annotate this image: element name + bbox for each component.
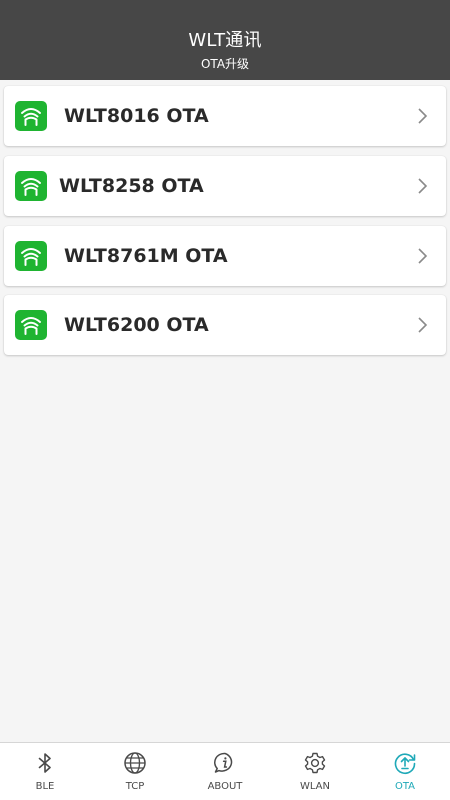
device-signal-icon bbox=[15, 101, 47, 131]
tab-label: BLE bbox=[35, 781, 55, 792]
tab-ota[interactable]: OTA bbox=[360, 743, 450, 800]
globe-icon bbox=[123, 751, 147, 775]
list-item-wlt8761m[interactable]: WLT8761M OTA bbox=[4, 226, 446, 286]
gear-icon bbox=[303, 751, 327, 775]
chevron-right-icon bbox=[416, 106, 430, 126]
app-title: WLT通讯 bbox=[188, 30, 262, 51]
app-header: WLT通讯 OTA升级 bbox=[0, 0, 450, 80]
device-signal-icon bbox=[15, 241, 47, 271]
page-subtitle: OTA升级 bbox=[200, 57, 250, 71]
chevron-right-icon bbox=[416, 246, 430, 266]
list-item-label: WLT8258 OTA bbox=[59, 175, 204, 197]
tab-label: TCP bbox=[125, 781, 145, 792]
info-bubble-icon bbox=[213, 751, 237, 775]
list-item-label: WLT6200 OTA bbox=[64, 314, 209, 336]
list-item-wlt8258[interactable]: WLT8258 OTA bbox=[4, 156, 446, 216]
list-item-wlt6200[interactable]: WLT6200 OTA bbox=[4, 295, 446, 355]
device-signal-icon bbox=[15, 310, 47, 340]
bluetooth-icon bbox=[33, 751, 57, 775]
list-item-label: WLT8016 OTA bbox=[64, 105, 209, 127]
chevron-right-icon bbox=[416, 315, 430, 335]
tab-label: OTA bbox=[394, 781, 416, 792]
tab-about[interactable]: ABOUT bbox=[180, 743, 270, 800]
list-item-wlt8016[interactable]: WLT8016 OTA bbox=[4, 86, 446, 146]
device-signal-icon bbox=[15, 171, 47, 201]
tab-ble[interactable]: BLE bbox=[0, 743, 90, 800]
bottom-tab-bar: BLE TCP ABOUT WLAN OTA bbox=[0, 742, 450, 800]
tab-wlan[interactable]: WLAN bbox=[270, 743, 360, 800]
tab-label: ABOUT bbox=[207, 781, 243, 792]
tab-label: WLAN bbox=[299, 781, 330, 792]
ota-update-icon bbox=[393, 751, 417, 775]
tab-tcp[interactable]: TCP bbox=[90, 743, 180, 800]
app-root: WLT通讯 OTA升级 WLT8016 OTA WLT8258 OTA WLT8… bbox=[0, 0, 450, 800]
list-item-label: WLT8761M OTA bbox=[64, 245, 228, 267]
chevron-right-icon bbox=[416, 176, 430, 196]
